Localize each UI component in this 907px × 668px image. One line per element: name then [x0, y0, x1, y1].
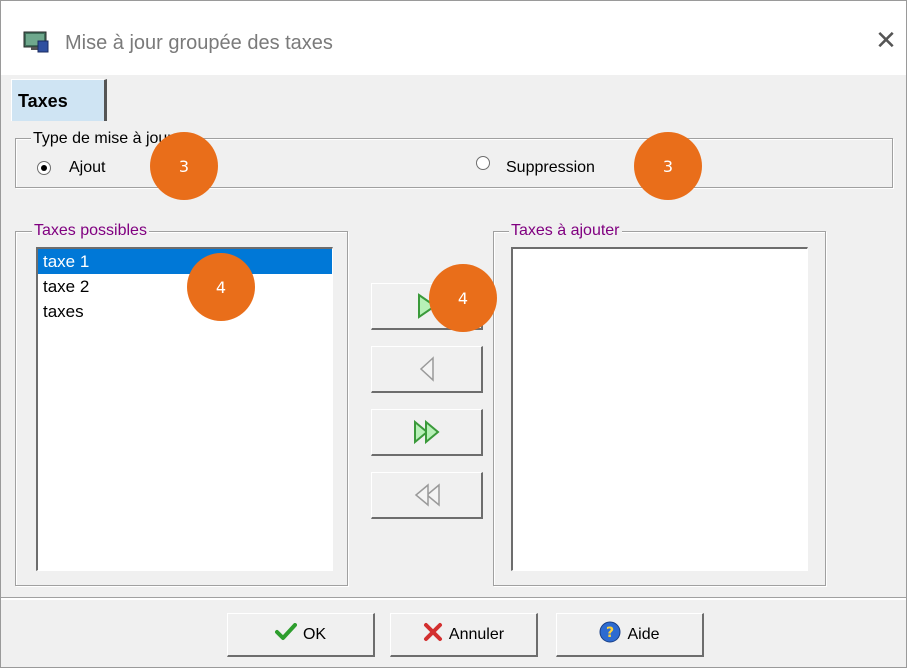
move-left-button[interactable] — [371, 346, 483, 393]
radio-ajout[interactable] — [37, 161, 51, 175]
cancel-label: Annuler — [448, 625, 505, 643]
list-item[interactable]: taxes — [38, 299, 332, 324]
x-icon — [423, 622, 443, 647]
ok-label: OK — [302, 625, 327, 643]
annotation-badge: 3 — [634, 132, 702, 200]
app-window-icon — [23, 31, 49, 53]
radio-suppression[interactable] — [476, 156, 490, 170]
window-title: Mise à jour groupée des taxes — [65, 32, 333, 54]
check-icon — [274, 623, 297, 646]
close-icon[interactable]: ✕ — [873, 28, 899, 54]
available-taxes-list[interactable]: taxe 1 taxe 2 taxes — [36, 247, 333, 571]
tab-strip — [1, 75, 906, 121]
taxes-to-add-label: Taxes à ajouter — [509, 222, 622, 240]
update-type-label: Type de mise à jour — [31, 130, 175, 148]
annotation-badge: 4 — [187, 253, 255, 321]
ok-button[interactable]: OK — [227, 613, 375, 657]
radio-suppression-label[interactable]: Suppression — [506, 159, 595, 177]
list-item[interactable]: taxe 2 — [38, 274, 332, 299]
taxes-to-add-list[interactable] — [511, 247, 808, 571]
help-button[interactable]: ? Aide — [556, 613, 704, 657]
move-all-right-icon — [412, 418, 442, 446]
annotation-badge: 3 — [150, 132, 218, 200]
footer-separator — [1, 597, 906, 600]
help-label: Aide — [627, 625, 660, 643]
move-left-icon — [415, 355, 439, 383]
move-all-left-button[interactable] — [371, 472, 483, 519]
cancel-button[interactable]: Annuler — [390, 613, 538, 657]
move-all-right-button[interactable] — [371, 409, 483, 456]
move-all-left-icon — [412, 481, 442, 509]
svg-text:?: ? — [606, 625, 614, 641]
help-icon: ? — [599, 621, 621, 648]
list-item[interactable]: taxe 1 — [38, 249, 332, 274]
available-taxes-label: Taxes possibles — [32, 222, 149, 240]
tab-taxes[interactable]: Taxes — [11, 79, 107, 121]
radio-ajout-label[interactable]: Ajout — [69, 159, 105, 177]
dialog-window: Mise à jour groupée des taxes ✕ Taxes Ty… — [0, 0, 907, 668]
title-bar: Mise à jour groupée des taxes ✕ — [1, 1, 906, 75]
annotation-badge: 4 — [429, 264, 497, 332]
